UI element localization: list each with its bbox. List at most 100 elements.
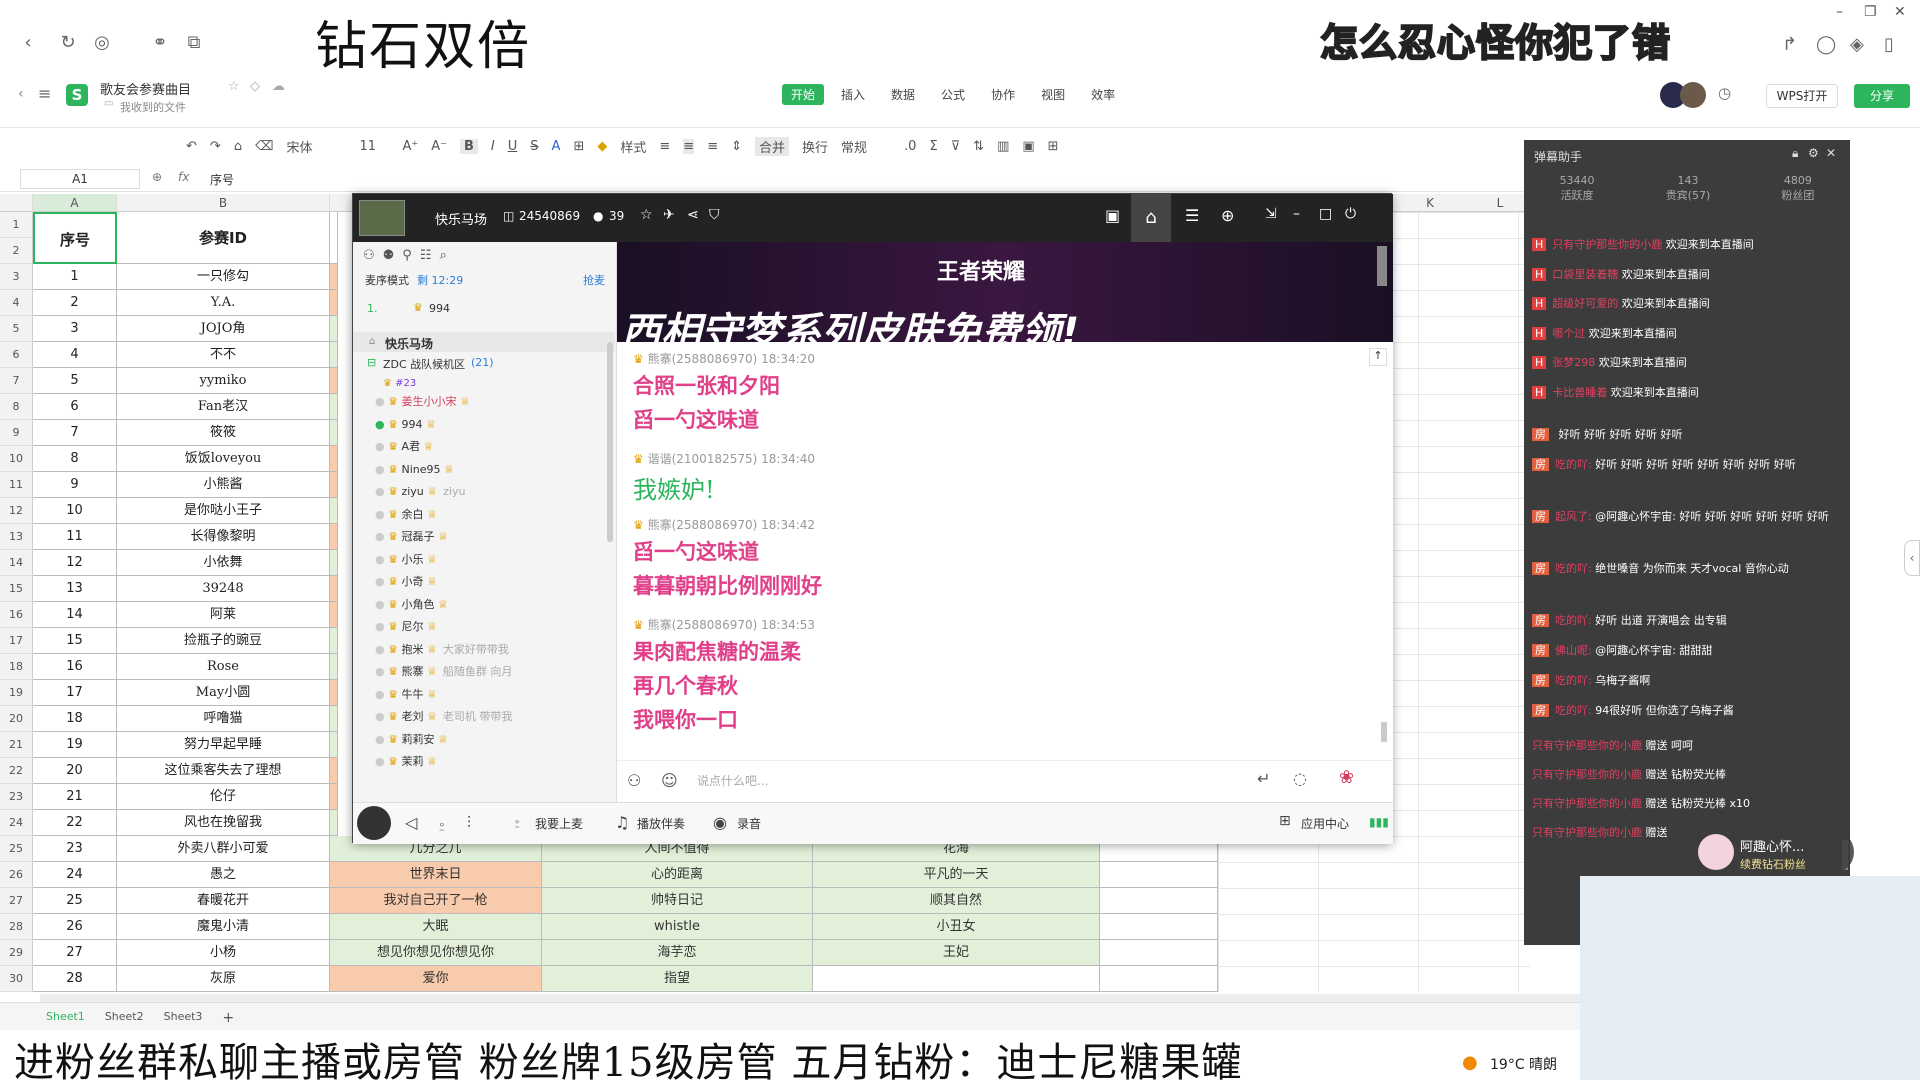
cell[interactable] [330,368,338,394]
cell[interactable] [330,680,338,706]
side-expand-icon[interactable]: ‹ [1904,540,1920,576]
row-header[interactable]: 13 [0,524,33,550]
cell[interactable] [330,498,338,524]
close-icon[interactable]: ✕ [1826,146,1836,160]
user-row[interactable]: ● ♛ 994 ♕ [375,415,605,435]
sheet-tab[interactable]: Sheet1 [46,1010,85,1026]
cell[interactable]: 呼噜猫 [117,706,330,732]
cell[interactable]: 一只修勾 [117,264,330,290]
app-center-button[interactable]: 应用中心 [1301,815,1349,832]
cell[interactable]: 想见你想见你想见你 [330,940,542,966]
cell[interactable] [330,628,338,654]
cell[interactable]: 17 [33,680,117,706]
gear-icon[interactable]: ⚙ [1808,146,1819,160]
cell[interactable]: 伦仔 [117,784,330,810]
cell[interactable]: 15 [33,628,117,654]
self-avatar[interactable] [357,806,391,840]
cell[interactable]: 爱你 [330,966,542,992]
cell[interactable] [330,758,338,784]
cell[interactable]: 1 [33,264,117,290]
cell[interactable]: 11 [33,524,117,550]
close-icon[interactable]: ✕ [1894,4,1906,20]
cell[interactable] [330,576,338,602]
row-header[interactable]: 11 [0,472,33,498]
cell[interactable]: 26 [33,914,117,940]
cell[interactable]: 小杨 [117,940,330,966]
apps-icon[interactable]: ⊞ [1279,813,1291,829]
record-icon[interactable]: ◉ [713,813,727,832]
row-header[interactable]: 28 [0,914,33,940]
chat-input[interactable]: 说点什么吧... [697,769,1217,793]
user-row[interactable]: ● ♛ 牛牛 ♕ [375,685,605,705]
row-header[interactable]: 10 [0,446,33,472]
cell[interactable]: 13 [33,576,117,602]
row-header[interactable]: 4 [0,290,33,316]
danmu-user[interactable]: 口袋里装着糖 [1552,268,1618,281]
cell[interactable]: 王妃 [813,940,1100,966]
cell[interactable]: 灰原 [117,966,330,992]
row-header[interactable]: 12 [0,498,33,524]
favorite-icon[interactable]: ☆ [640,207,653,223]
cell[interactable]: Y.A. [117,290,330,316]
cell[interactable]: 6 [33,394,117,420]
row-header[interactable]: 25 [0,836,33,862]
user-row[interactable]: ● ♛ ziyu ♕ ziyu [375,482,605,502]
user-row[interactable]: ● ♛ A君 ♕ [375,437,605,457]
cell[interactable]: 小依舞 [117,550,330,576]
cell[interactable]: 我对自己开了一枪 [330,888,542,914]
danmu-user[interactable]: 只有守护那些你的小鹿 [1552,238,1662,251]
power-icon[interactable]: ⏻ [1345,206,1356,222]
cell[interactable] [330,732,338,758]
cell[interactable]: 25 [33,888,117,914]
cell[interactable]: 愚之 [117,862,330,888]
row-header[interactable]: 23 [0,784,33,810]
shield-icon[interactable]: ⛉ [709,207,720,223]
mention-icon[interactable]: ☺ [661,771,678,790]
cell[interactable]: 饭饭loveyou [117,446,330,472]
row-header[interactable]: 14 [0,550,33,576]
danmu-user[interactable]: 吃的吖: [1555,614,1592,627]
comment-icon[interactable]: ◯ [1816,34,1836,55]
share-button[interactable]: 分享 [1854,84,1910,108]
cell[interactable] [330,706,338,732]
user-row[interactable]: ● ♛ 姜生小小宋 ♕ [375,392,605,412]
cell[interactable]: whistle [542,914,813,940]
user-row[interactable]: ● ♛ 小乐 ♕ [375,550,605,570]
chat-user[interactable]: 熊寨(2588086970) [648,518,758,532]
cell[interactable] [330,342,338,368]
list-icon[interactable]: ☰ [1185,206,1199,225]
row-header[interactable]: 24 [0,810,33,836]
cell[interactable]: JOJO角 [117,316,330,342]
scroll-top-icon[interactable]: ↑ [1369,348,1387,366]
cell[interactable]: 指望 [542,966,813,992]
phone-icon[interactable]: ▯ [1884,34,1894,55]
cell[interactable]: 24 [33,862,117,888]
cell[interactable]: 7 [33,420,117,446]
row-header[interactable]: 1 [0,212,33,238]
user-row[interactable]: ● ♛ 余白 ♕ [375,505,605,525]
screen-icon[interactable]: ▣ [1105,206,1120,225]
cell[interactable]: 长得像黎明 [117,524,330,550]
cell[interactable]: 魔鬼小清 [117,914,330,940]
chat-user[interactable]: 熊寨(2588086970) [648,352,758,366]
row-header[interactable]: 8 [0,394,33,420]
user-row[interactable]: ● ♛ 抱米 ♕ 大家好带带我 [375,640,605,660]
minimize-icon[interactable]: – [1836,4,1843,20]
cell[interactable]: 风也在挽留我 [117,810,330,836]
equalizer-icon[interactable]: ⫶ [467,813,471,833]
row-header[interactable]: 15 [0,576,33,602]
cell[interactable] [330,550,338,576]
row-header[interactable]: 22 [0,758,33,784]
danmu-user[interactable]: 佛山呢: [1555,644,1592,657]
cell[interactable] [330,602,338,628]
cell[interactable]: 这位乘客失去了理想 [117,758,330,784]
cell[interactable] [330,394,338,420]
user-row[interactable]: ● ♛ 小角色 ♕ [375,595,605,615]
cell[interactable] [330,420,338,446]
cell[interactable] [330,654,338,680]
avatar[interactable] [1680,82,1706,108]
row-header[interactable]: 21 [0,732,33,758]
wps-open-button[interactable]: WPS打开 [1766,84,1838,108]
grab-mic-button[interactable]: 抢麦 [583,272,605,288]
cell[interactable] [330,290,338,316]
